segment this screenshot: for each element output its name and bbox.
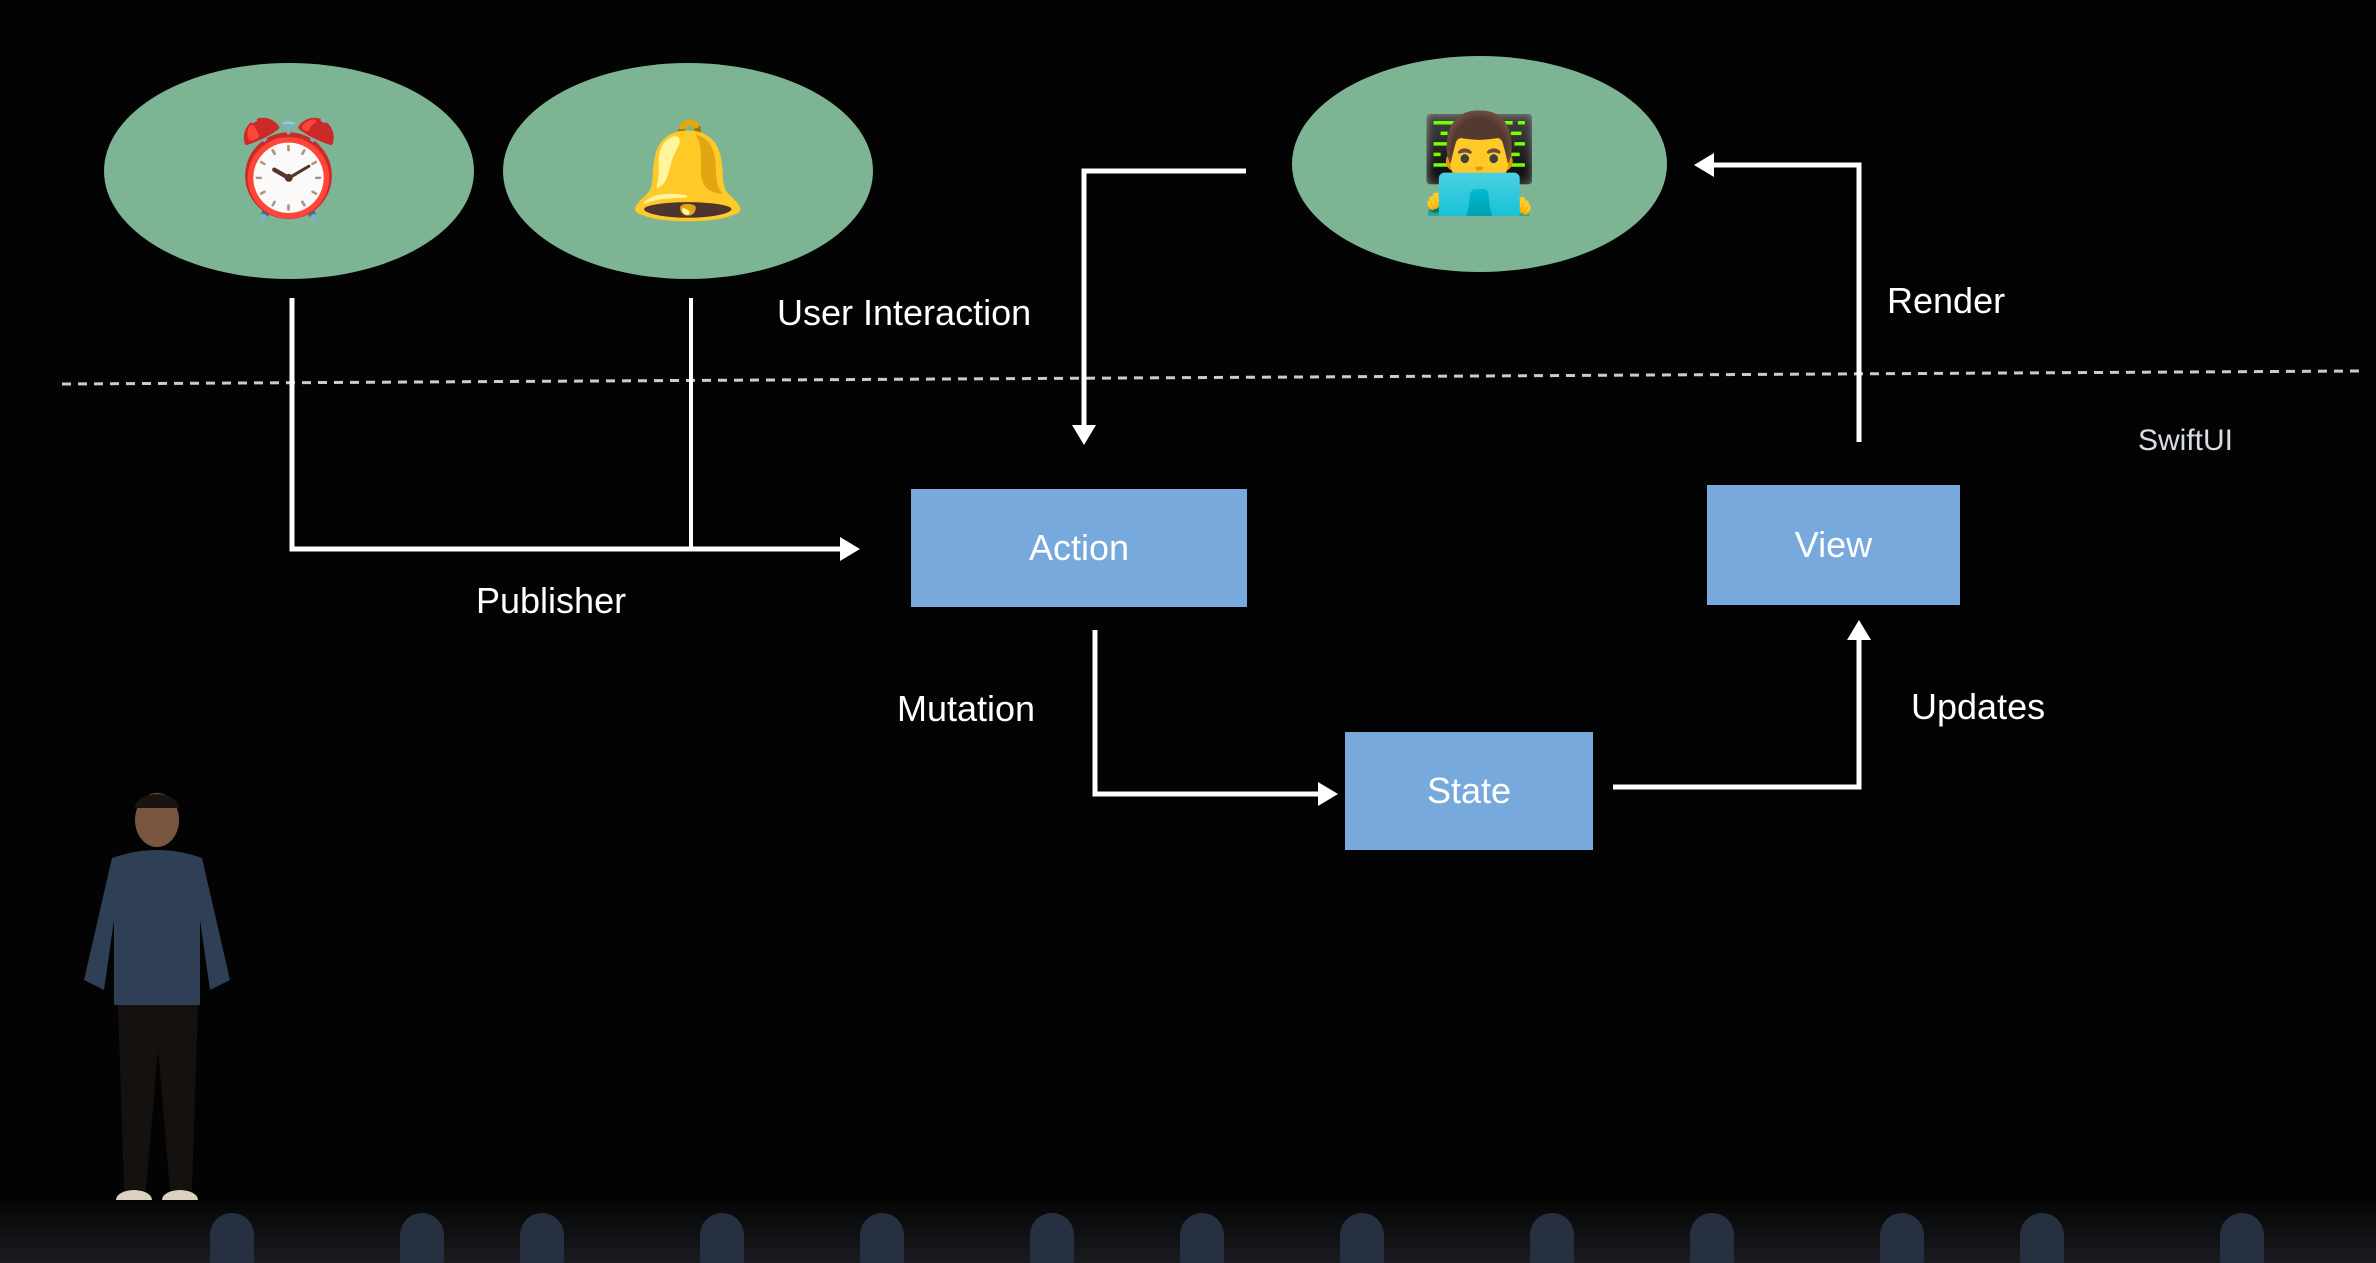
swiftui-layer-label: SwiftUI bbox=[2138, 424, 2234, 457]
user-interaction-label: User Interaction bbox=[777, 292, 1032, 333]
publisher-arrow bbox=[289, 298, 840, 552]
view-box-label: View bbox=[1794, 524, 1873, 565]
framework-divider bbox=[61, 369, 2361, 386]
bell-icon: 🔔 bbox=[628, 117, 748, 224]
mutation-arrow bbox=[1092, 630, 1318, 797]
view-box: View bbox=[1707, 485, 1960, 605]
alarm-clock-icon: ⏰ bbox=[229, 117, 349, 224]
state-box-label: State bbox=[1426, 770, 1512, 811]
state-box: State bbox=[1345, 732, 1593, 850]
slide-stage: ⏰ 🔔 👨‍💻 Action State View Publisher User… bbox=[0, 0, 2376, 1263]
action-box-label: Action bbox=[1028, 527, 1130, 568]
updates-arrowhead bbox=[1847, 620, 1871, 640]
publisher-arrowhead bbox=[840, 537, 860, 561]
presenter bbox=[84, 793, 230, 1210]
render-arrowhead bbox=[1694, 153, 1714, 177]
user-interaction-arrow bbox=[1081, 168, 1246, 425]
mutation-arrowhead bbox=[1318, 782, 1338, 806]
render-arrow bbox=[1714, 162, 1862, 442]
user-source-node: 👨‍💻 bbox=[1292, 56, 1667, 272]
user-interaction-arrowhead bbox=[1072, 425, 1096, 445]
audience-foreground bbox=[0, 1200, 2376, 1263]
updates-arrow bbox=[1613, 640, 1862, 790]
publisher-label: Publisher bbox=[476, 580, 627, 621]
technologist-icon: 👨‍💻 bbox=[1419, 110, 1540, 217]
action-box: Action bbox=[911, 489, 1247, 607]
notification-source-node: 🔔 bbox=[503, 63, 873, 279]
mutation-label: Mutation bbox=[897, 688, 1036, 729]
render-label: Render bbox=[1887, 280, 2006, 321]
updates-label: Updates bbox=[1911, 686, 2046, 727]
timer-source-node: ⏰ bbox=[104, 63, 474, 279]
